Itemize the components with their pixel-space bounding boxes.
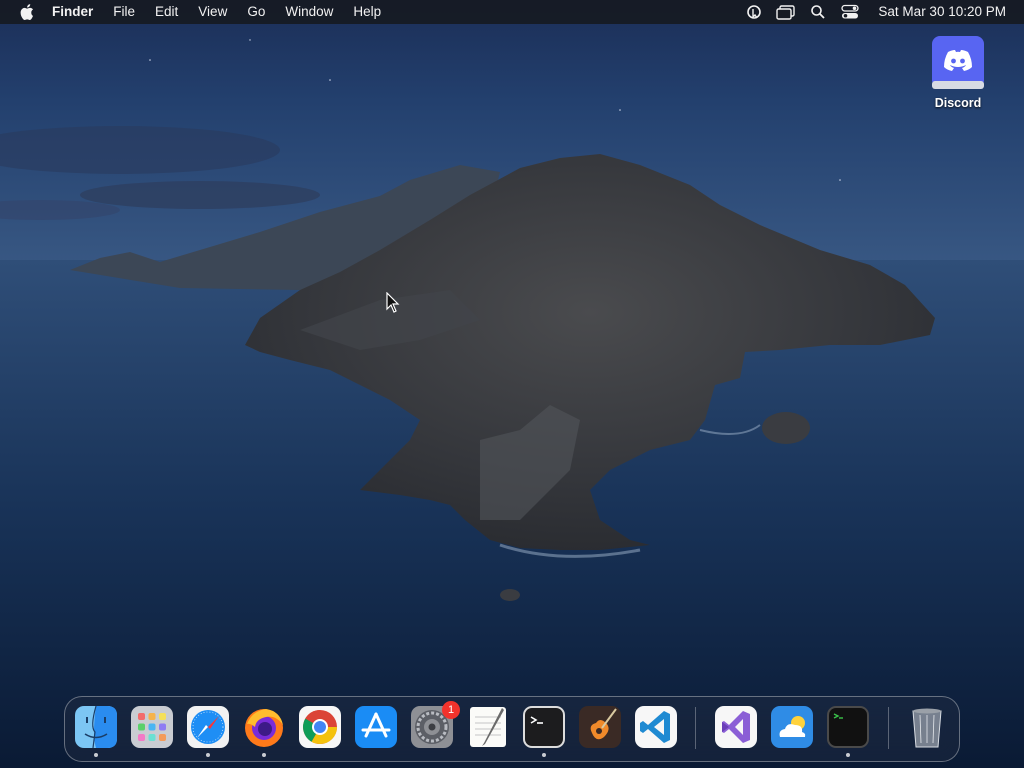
control-center-icon[interactable] — [838, 0, 862, 24]
terminal-icon — [523, 706, 565, 748]
dock-separator — [695, 707, 696, 749]
desktop-icon-discord[interactable]: Discord — [922, 34, 994, 110]
trash-icon — [912, 708, 942, 748]
dock-app-vscode[interactable] — [634, 705, 678, 749]
garageband-icon — [579, 706, 621, 748]
desktop-wallpaper — [0, 0, 1024, 768]
running-indicator — [94, 753, 98, 757]
vscode-icon — [635, 706, 677, 748]
running-indicator — [262, 753, 266, 757]
discord-icon — [932, 36, 984, 89]
app-store-icon — [355, 706, 397, 748]
running-indicator — [206, 753, 210, 757]
menu-view[interactable]: View — [188, 0, 237, 24]
chrome-icon — [299, 706, 341, 748]
terminal-dark-icon — [827, 706, 869, 748]
window-switcher-icon[interactable] — [774, 0, 798, 24]
menu-window[interactable]: Window — [275, 0, 343, 24]
dock-app-finder[interactable] — [74, 705, 118, 757]
weather-icon — [771, 706, 813, 748]
dock-app-app-store[interactable] — [354, 705, 398, 749]
menu-app-name[interactable]: Finder — [40, 0, 103, 24]
menu-go[interactable]: Go — [237, 0, 275, 24]
firefox-icon — [245, 709, 283, 747]
cursor-pro-icon[interactable] — [742, 0, 766, 24]
running-indicator — [542, 753, 546, 757]
dock-app-launchpad[interactable] — [130, 705, 174, 749]
menubar-clock[interactable]: Sat Mar 30 10:20 PM — [878, 0, 1006, 24]
dock: 1 — [64, 696, 960, 762]
dock-app-garageband[interactable] — [578, 705, 622, 749]
spotlight-search-icon[interactable] — [806, 0, 830, 24]
safari-icon — [187, 706, 229, 748]
visual-studio-icon — [715, 706, 757, 748]
menu-bar: Finder File Edit View Go Window Help Sat… — [0, 0, 1024, 24]
textedit-icon — [470, 707, 506, 747]
dock-app-system-preferences[interactable]: 1 — [410, 701, 460, 749]
dock-app-weather[interactable] — [770, 705, 814, 749]
desktop-icon-label: Discord — [934, 96, 982, 110]
dock-app-firefox[interactable] — [242, 705, 286, 757]
running-indicator — [846, 753, 850, 757]
dock-app-chrome[interactable] — [298, 705, 342, 749]
dock-trash[interactable] — [905, 705, 949, 749]
mouse-cursor-icon — [386, 292, 400, 313]
launchpad-icon — [131, 706, 173, 748]
dock-separator — [888, 707, 889, 749]
finder-icon — [75, 705, 117, 749]
apple-logo-icon[interactable] — [14, 0, 40, 24]
dock-app-script-terminal[interactable] — [826, 705, 870, 757]
dock-app-visual-studio[interactable] — [714, 705, 758, 749]
menu-file[interactable]: File — [103, 0, 145, 24]
menu-edit[interactable]: Edit — [145, 0, 188, 24]
dock-app-safari[interactable] — [186, 705, 230, 757]
notification-badge: 1 — [442, 701, 460, 719]
dock-app-terminal[interactable] — [522, 705, 566, 757]
menu-help[interactable]: Help — [343, 0, 391, 24]
dock-app-textedit[interactable] — [466, 705, 510, 749]
